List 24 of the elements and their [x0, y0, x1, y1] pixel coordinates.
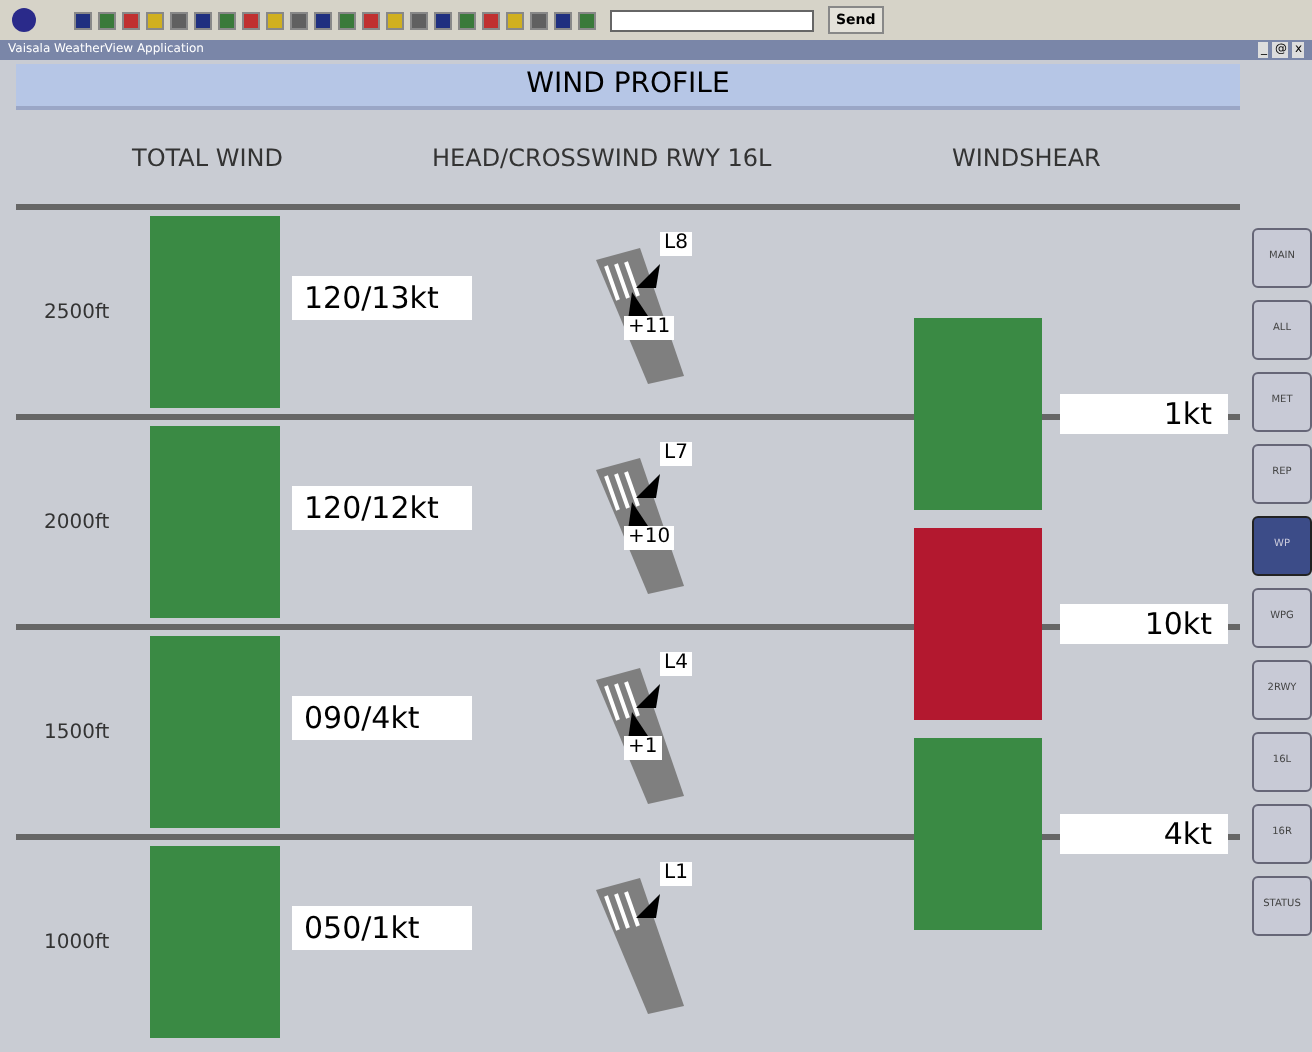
total-wind-value: 120/13kt	[292, 276, 472, 320]
total-wind-value: 050/1kt	[292, 906, 472, 950]
crosswind-label: L4	[660, 652, 692, 676]
panel-title: WIND PROFILE	[526, 66, 730, 104]
altitude-label: 1000ft	[42, 929, 112, 957]
altitude-label: 2000ft	[42, 509, 112, 537]
windshear-value: 10kt	[1060, 604, 1228, 644]
total-wind-value: 090/4kt	[292, 696, 472, 740]
headwind-label: +1	[624, 736, 662, 760]
column-header: TOTAL WIND	[132, 141, 286, 175]
command-field[interactable]	[610, 9, 814, 31]
logo-icon	[12, 8, 36, 32]
windshear-value: 4kt	[1060, 814, 1228, 854]
total-wind-value: 120/12kt	[292, 486, 472, 530]
crosswind-label: L7	[660, 442, 692, 466]
headwind-label: +11	[624, 316, 675, 340]
column-header: HEAD/CROSSWIND RWY 16L	[432, 141, 774, 175]
crosswind-label: L1	[660, 862, 692, 886]
headwind-label: +10	[624, 526, 675, 550]
windshear-value: 1kt	[1060, 394, 1228, 434]
altitude-label: 1500ft	[42, 719, 112, 747]
altitude-label: 2500ft	[42, 299, 112, 327]
crosswind-label: L8	[660, 232, 692, 256]
column-header: WINDSHEAR	[952, 141, 1101, 175]
